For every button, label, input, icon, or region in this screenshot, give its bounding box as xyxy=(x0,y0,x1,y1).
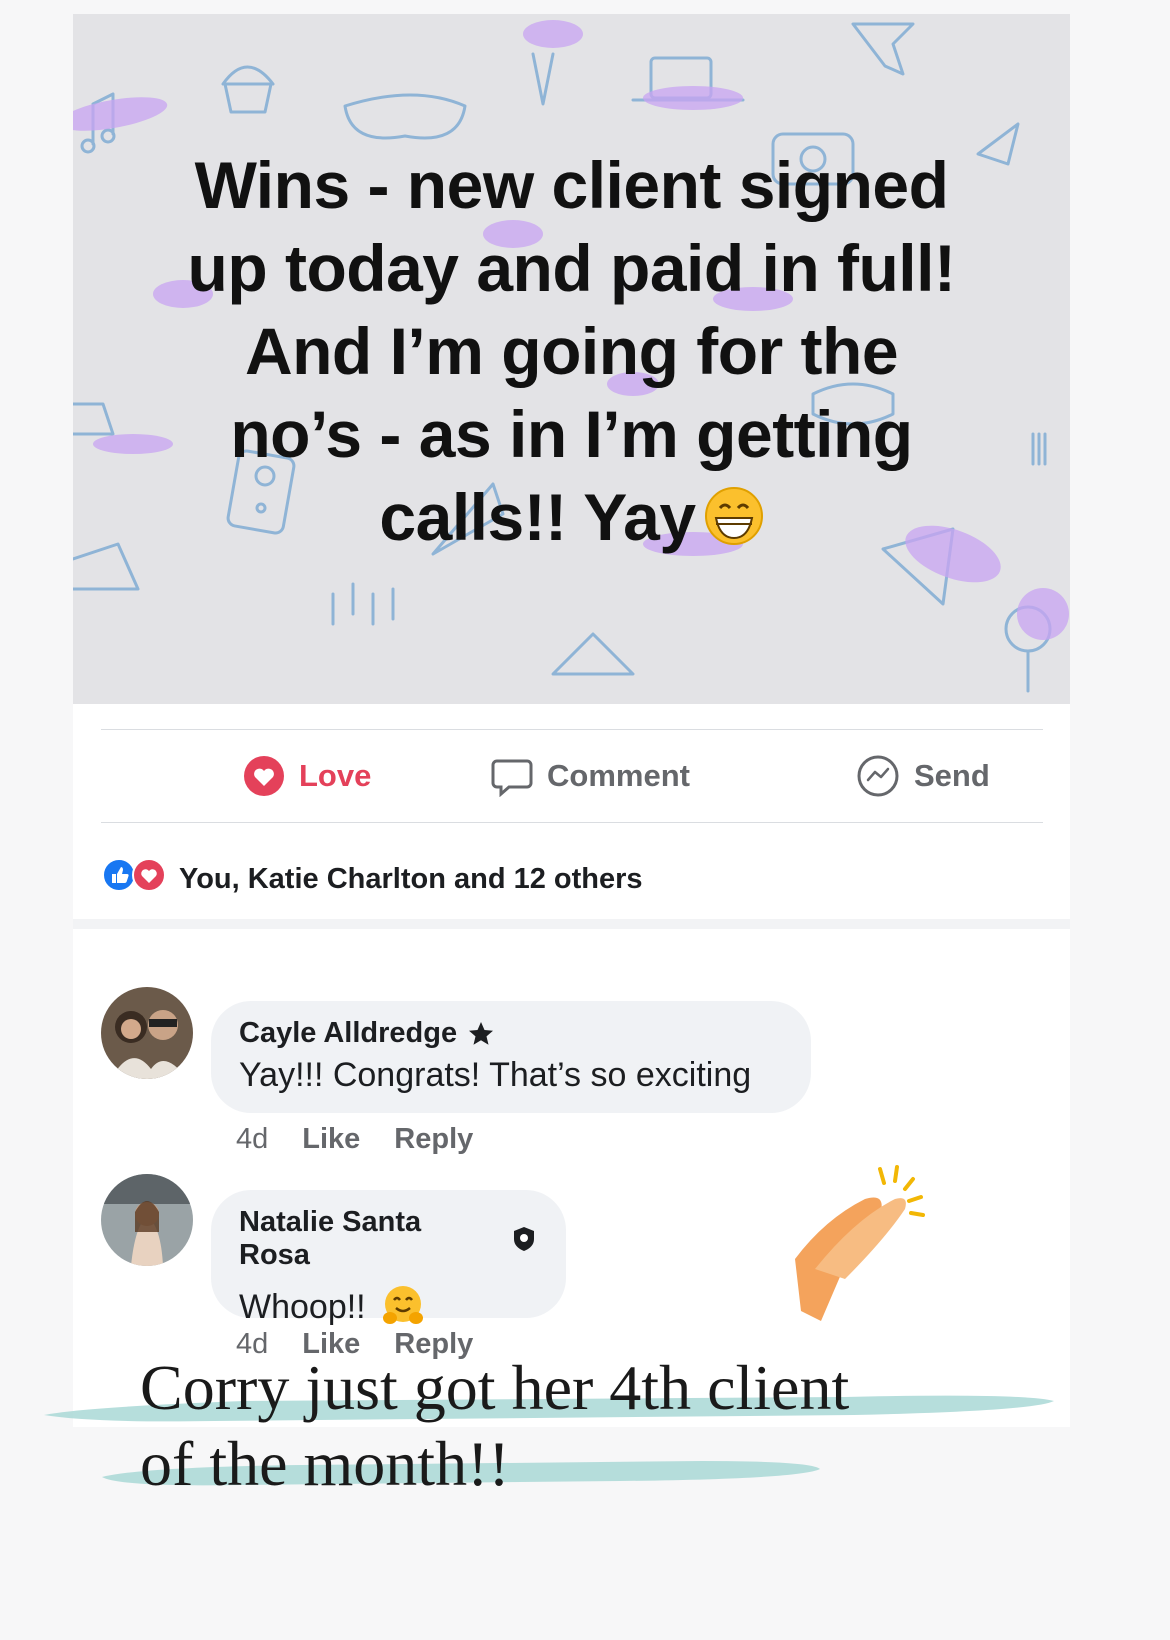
comment-text: Yay!!! Congrats! That’s so exciting xyxy=(239,1056,752,1094)
facebook-post-card: Wins - new client signed up today and pa… xyxy=(73,14,1070,1427)
love-button[interactable]: Love xyxy=(243,730,371,822)
comment-label: Comment xyxy=(547,758,690,793)
grinning-face-icon xyxy=(704,482,764,565)
caption-line: of the month!! xyxy=(140,1428,510,1499)
avatar[interactable] xyxy=(101,987,193,1079)
post-line-last: calls!! Yay xyxy=(133,476,1010,565)
reactions-summary[interactable]: You, Katie Charlton and 12 others xyxy=(101,854,643,904)
comment-bubble: Cayle Alldredge Yay!!! Congrats! That’s … xyxy=(211,1001,811,1113)
comment-meta: 4d Like Reply xyxy=(236,1123,473,1156)
love-label: Love xyxy=(299,758,372,793)
messenger-icon xyxy=(856,754,900,798)
section-divider xyxy=(73,919,1070,929)
comment-author-row: Cayle Alldredge xyxy=(239,1017,783,1050)
shield-icon xyxy=(510,1225,538,1253)
post-line: calls!! Yay xyxy=(379,480,696,554)
love-reaction-icon xyxy=(243,755,285,797)
post-line: Wins - new client signed xyxy=(194,148,949,222)
reaction-icons xyxy=(101,857,167,901)
post-line: up today and paid in full! xyxy=(187,231,956,305)
post-line: no’s - as in I’m getting xyxy=(230,397,913,471)
star-icon xyxy=(467,1020,495,1048)
comment-button[interactable]: Comment xyxy=(491,730,690,822)
caption-line: Corry just got her 4th client xyxy=(140,1352,850,1423)
love-icon xyxy=(131,857,167,901)
send-button[interactable]: Send xyxy=(856,730,990,822)
comment-bubble: Natalie Santa Rosa Whoop!! xyxy=(211,1190,566,1326)
comment-reply-link[interactable]: Reply xyxy=(394,1123,473,1156)
send-label: Send xyxy=(914,758,990,793)
comment-author[interactable]: Cayle Alldredge xyxy=(239,1017,457,1050)
comment-like-link[interactable]: Like xyxy=(302,1123,360,1156)
post-status-text: Wins - new client signed up today and pa… xyxy=(133,144,1010,565)
comment-text: Whoop!! xyxy=(239,1288,366,1326)
post-background: Wins - new client signed up today and pa… xyxy=(73,14,1070,704)
comment-time: 4d xyxy=(236,1123,269,1155)
post-action-bar: Love Comment Send xyxy=(101,729,1043,823)
story-caption: Corry just got her 4th client of the mon… xyxy=(140,1350,1100,1502)
comment-author-row: Natalie Santa Rosa xyxy=(239,1206,538,1272)
comment-icon xyxy=(491,755,533,797)
reactions-text: You, Katie Charlton and 12 others xyxy=(179,862,643,895)
avatar[interactable] xyxy=(101,1174,193,1266)
comment-author[interactable]: Natalie Santa Rosa xyxy=(239,1206,500,1272)
post-line: And I’m going for the xyxy=(244,314,899,388)
clapping-hands-icon xyxy=(795,1165,925,1321)
